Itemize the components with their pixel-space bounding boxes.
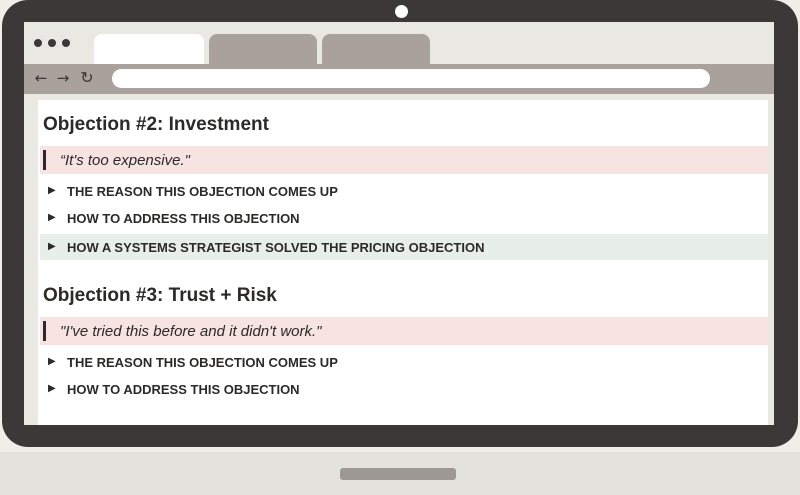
tab-3[interactable] bbox=[322, 34, 430, 64]
toggle-label: THE REASON THIS OBJECTION COMES UP bbox=[67, 355, 338, 370]
back-arrow-icon[interactable]: ← bbox=[32, 69, 50, 87]
toggle-label: HOW A SYSTEMS STRATEGIST SOLVED THE PRIC… bbox=[67, 240, 485, 255]
laptop-frame: ← → ↻ Objection #2: Investment “It's too… bbox=[2, 0, 798, 447]
triangle-right-icon: ▶ bbox=[48, 185, 56, 196]
forward-arrow-icon[interactable]: → bbox=[54, 69, 72, 87]
toggle-reason[interactable]: ▶ THE REASON THIS OBJECTION COMES UP bbox=[40, 178, 768, 204]
quote-text: “It's too expensive." bbox=[60, 152, 190, 169]
triangle-right-icon: ▶ bbox=[48, 241, 56, 252]
toggle-label: THE REASON THIS OBJECTION COMES UP bbox=[67, 184, 338, 199]
laptop-base bbox=[340, 468, 456, 480]
toggle-address[interactable]: ▶ HOW TO ADDRESS THIS OBJECTION bbox=[40, 205, 768, 231]
window-controls bbox=[34, 39, 70, 47]
toggle-reason[interactable]: ▶ THE REASON THIS OBJECTION COMES UP bbox=[40, 349, 768, 375]
window-dot-icon[interactable] bbox=[62, 39, 70, 47]
browser-window: ← → ↻ Objection #2: Investment “It's too… bbox=[24, 22, 774, 425]
triangle-right-icon: ▶ bbox=[48, 212, 56, 223]
quote-bar bbox=[43, 321, 46, 341]
window-dot-icon[interactable] bbox=[48, 39, 56, 47]
toggle-label: HOW TO ADDRESS THIS OBJECTION bbox=[67, 211, 300, 226]
objection-heading: Objection #2: Investment bbox=[43, 114, 269, 135]
objection-quote: “It's too expensive." bbox=[40, 146, 768, 174]
triangle-right-icon: ▶ bbox=[48, 356, 56, 367]
tab-2[interactable] bbox=[209, 34, 317, 64]
quote-bar bbox=[43, 150, 46, 170]
reload-icon[interactable]: ↻ bbox=[78, 69, 96, 87]
toggle-label: HOW TO ADDRESS THIS OBJECTION bbox=[67, 382, 300, 397]
quote-text: "I've tried this before and it didn't wo… bbox=[60, 323, 322, 340]
tab-active[interactable] bbox=[94, 34, 204, 64]
tab-bar bbox=[24, 22, 774, 64]
objection-quote: "I've tried this before and it didn't wo… bbox=[40, 317, 768, 345]
toggle-address[interactable]: ▶ HOW TO ADDRESS THIS OBJECTION bbox=[40, 376, 768, 402]
window-dot-icon[interactable] bbox=[34, 39, 42, 47]
toggle-case-study[interactable]: ▶ HOW A SYSTEMS STRATEGIST SOLVED THE PR… bbox=[40, 234, 768, 260]
triangle-right-icon: ▶ bbox=[48, 383, 56, 394]
nav-bar: ← → ↻ bbox=[24, 64, 774, 94]
objection-heading: Objection #3: Trust + Risk bbox=[43, 285, 277, 306]
page-content: Objection #2: Investment “It's too expen… bbox=[38, 100, 768, 425]
url-bar[interactable] bbox=[112, 69, 710, 88]
camera-icon bbox=[395, 5, 408, 18]
